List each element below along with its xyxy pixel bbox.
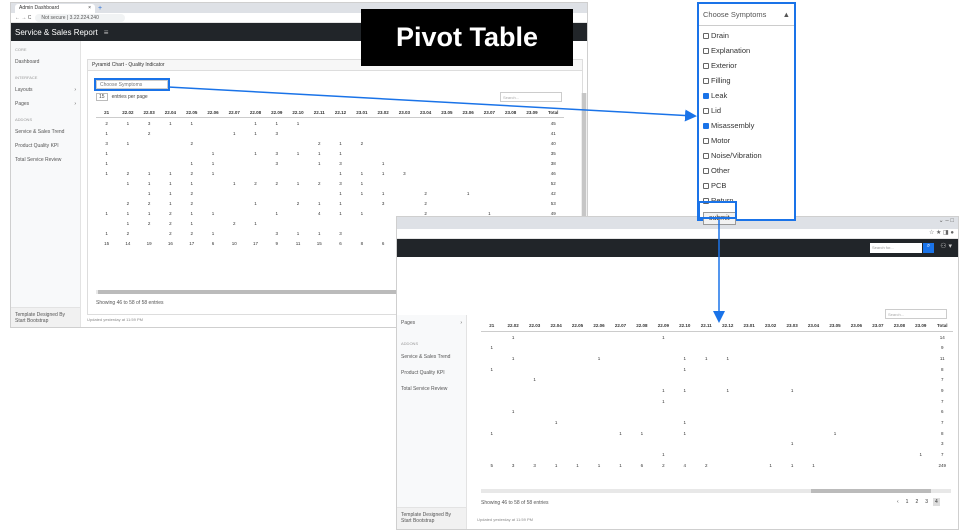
flow-arrows <box>167 86 725 323</box>
arrow-select-to-dropdown <box>167 86 697 122</box>
